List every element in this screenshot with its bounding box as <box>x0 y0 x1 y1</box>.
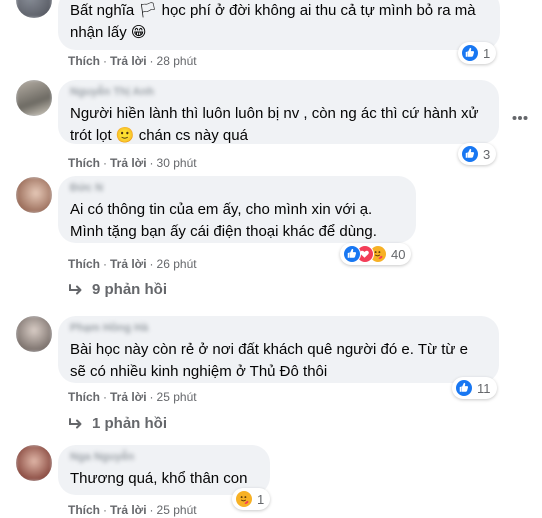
reply-link[interactable]: Trả lời <box>110 54 147 68</box>
like-icon <box>461 145 479 163</box>
replies-count-label: 9 phản hồi <box>92 281 167 298</box>
comment-author[interactable]: Nguyễn Thị Anh <box>70 86 487 99</box>
avatar[interactable] <box>16 0 52 18</box>
reaction-summary[interactable]: 40 <box>340 243 412 265</box>
reply-link[interactable]: Trả lời <box>110 156 147 170</box>
timestamp[interactable]: 25 phút <box>157 503 197 517</box>
like-link[interactable]: Thích <box>68 54 100 68</box>
comment-text: Ai có thông tin của em ấy, cho mình xin … <box>70 201 377 240</box>
like-link[interactable]: Thích <box>68 390 100 404</box>
comment-text: Bài học này còn rẻ ở nơi đất khách quê n… <box>70 341 468 380</box>
avatar[interactable] <box>16 177 52 213</box>
comment-actions: Thích · Trả lời · 30 phút <box>68 156 197 170</box>
comment-actions: Thích · Trả lời · 25 phút <box>68 503 197 517</box>
reply-arrow-icon <box>69 283 82 294</box>
like-link[interactable]: Thích <box>68 156 100 170</box>
like-link[interactable]: Thích <box>68 503 100 517</box>
reaction-summary[interactable]: 11 <box>452 377 497 399</box>
comment-actions: Thích · Trả lời · 25 phút <box>68 390 197 404</box>
reaction-summary[interactable]: 1 <box>458 42 497 64</box>
replies-count-label: 1 phản hồi <box>92 415 167 432</box>
comment-bubble: Phạm Hồng Hà Bài học này còn rẻ ở nơi đấ… <box>58 316 499 383</box>
like-icon <box>343 245 361 263</box>
reaction-count: 11 <box>477 380 491 396</box>
timestamp[interactable]: 26 phút <box>157 257 197 271</box>
comment-bubble: Nga Nguyễn Thương quá, khổ thân con <box>58 445 270 495</box>
comment-bubble: Bất nghĩa 🏳 học phí ở đời không ai thu c… <box>58 0 500 50</box>
timestamp[interactable]: 25 phút <box>157 390 197 404</box>
reply-link[interactable]: Trả lời <box>110 503 147 517</box>
care-icon <box>235 490 253 508</box>
like-icon <box>455 379 473 397</box>
reaction-count: 1 <box>483 45 491 61</box>
like-icon <box>461 44 479 62</box>
reaction-count: 1 <box>257 491 265 507</box>
comment-actions: Thích · Trả lời · 26 phút <box>68 257 197 271</box>
comment-bubble: Đức N Ai có thông tin của em ấy, cho mìn… <box>58 176 416 243</box>
comment-author[interactable]: Nga Nguyễn <box>70 451 258 464</box>
comment-text: Bất nghĩa 🏳 học phí ở đời không ai thu c… <box>70 2 476 41</box>
reply-link[interactable]: Trả lời <box>110 257 147 271</box>
reaction-count: 3 <box>483 146 491 162</box>
avatar[interactable] <box>16 316 52 352</box>
timestamp[interactable]: 30 phút <box>157 156 197 170</box>
comment-text: Người hiền lành thì luôn luôn bị nv , cò… <box>70 105 479 144</box>
comment-actions: Thích · Trả lời · 28 phút <box>68 54 197 68</box>
avatar[interactable] <box>16 445 52 481</box>
reaction-count: 40 <box>391 246 406 262</box>
avatar[interactable] <box>16 80 52 116</box>
view-replies-link[interactable]: 9 phản hồi <box>68 281 167 298</box>
comment-text: Thương quá, khổ thân con <box>70 470 248 487</box>
reaction-summary[interactable]: 1 <box>232 488 271 510</box>
comment-author[interactable]: Đức N <box>70 182 404 195</box>
like-link[interactable]: Thích <box>68 257 100 271</box>
view-replies-link[interactable]: 1 phản hồi <box>68 415 167 432</box>
reply-link[interactable]: Trả lời <box>110 390 147 404</box>
more-horizontal-icon[interactable] <box>512 108 528 126</box>
comment-bubble: Nguyễn Thị Anh Người hiền lành thì luôn … <box>58 80 499 144</box>
comment-author[interactable]: Phạm Hồng Hà <box>70 322 487 335</box>
reaction-summary[interactable]: 3 <box>458 143 497 165</box>
timestamp[interactable]: 28 phút <box>157 54 197 68</box>
reply-arrow-icon <box>69 417 82 428</box>
